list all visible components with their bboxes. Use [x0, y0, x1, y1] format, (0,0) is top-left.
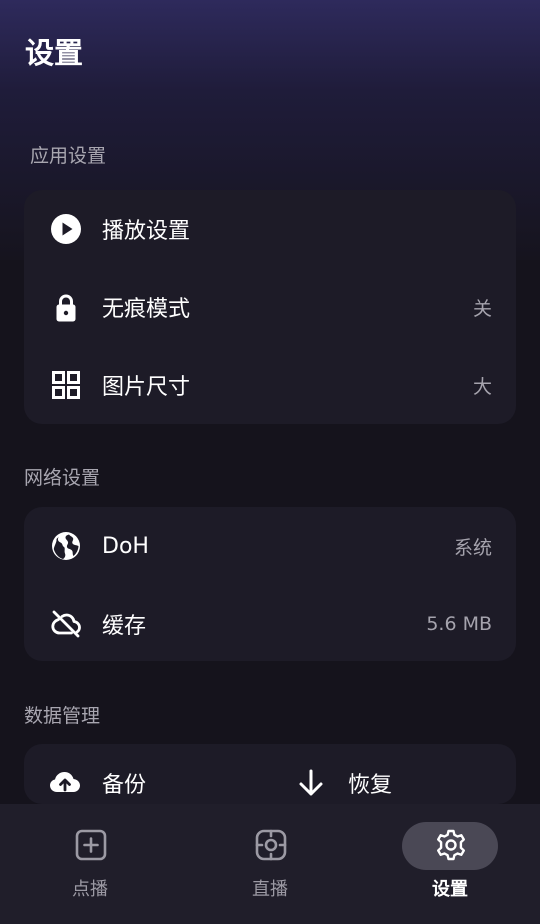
- settings-item-image-size[interactable]: 图片尺寸 大: [24, 346, 516, 424]
- play-circle-icon: [50, 213, 82, 245]
- plus-square-icon: [74, 828, 108, 862]
- live-target-icon: [254, 828, 288, 862]
- network-settings-card: DoH 系统 缓存 5.6 MB: [24, 507, 516, 661]
- settings-item-value: 关: [472, 297, 492, 320]
- section-label-network: 网络设置: [24, 467, 101, 489]
- app-settings-card: 播放设置 无痕模式 关 图片尺寸 大: [24, 190, 516, 424]
- grid-icon: [50, 369, 82, 401]
- cloud-upload-icon: [48, 766, 82, 800]
- cloud-off-icon: [50, 608, 82, 640]
- nav-item-live[interactable]: 直播: [180, 804, 360, 924]
- settings-item-label: 播放设置: [102, 219, 191, 244]
- page-title: 设置: [25, 36, 84, 70]
- backup-button[interactable]: 备份: [24, 744, 270, 804]
- section-label-app: 应用设置: [30, 145, 107, 167]
- nav-label: 设置: [432, 879, 468, 900]
- settings-item-doh[interactable]: DoH 系统: [24, 507, 516, 585]
- data-management-card: 备份 恢复: [24, 744, 516, 804]
- settings-item-cache[interactable]: 缓存 5.6 MB: [24, 585, 516, 661]
- settings-item-label: 图片尺寸: [102, 375, 191, 400]
- nav-label: 点播: [72, 879, 108, 900]
- lock-icon: [50, 291, 82, 323]
- nav-label: 直播: [252, 879, 288, 900]
- restore-button[interactable]: 恢复: [270, 744, 516, 804]
- settings-item-incognito[interactable]: 无痕模式 关: [24, 268, 516, 346]
- restore-label: 恢复: [348, 773, 393, 798]
- globe-icon: [50, 530, 82, 562]
- section-label-data: 数据管理: [24, 705, 101, 727]
- settings-item-label: 缓存: [102, 614, 147, 639]
- settings-item-value: 大: [472, 375, 492, 398]
- gear-icon: [434, 828, 468, 862]
- settings-item-value: 5.6 MB: [426, 613, 492, 635]
- settings-item-label: 无痕模式: [102, 297, 191, 322]
- bottom-navigation: 点播 直播 设置: [0, 804, 540, 924]
- settings-item-label: DoH: [102, 533, 149, 559]
- arrow-down-icon: [294, 766, 328, 800]
- settings-item-playback[interactable]: 播放设置: [24, 190, 516, 268]
- nav-item-settings[interactable]: 设置: [360, 804, 540, 924]
- settings-item-value: 系统: [453, 536, 492, 559]
- backup-label: 备份: [102, 773, 147, 798]
- nav-item-vod[interactable]: 点播: [0, 804, 180, 924]
